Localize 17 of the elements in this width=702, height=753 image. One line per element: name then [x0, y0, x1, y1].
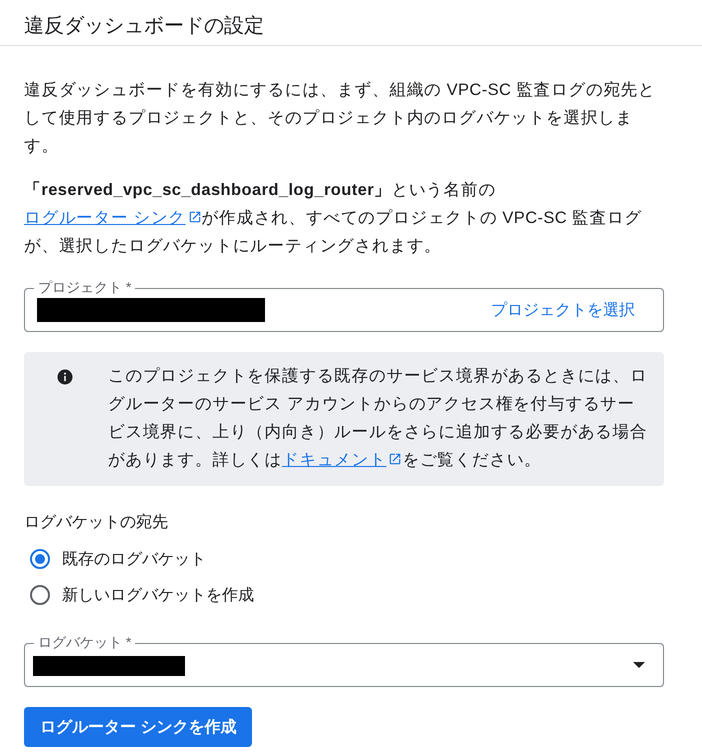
documentation-link[interactable]: ドキュメント: [282, 451, 402, 469]
external-link-icon: [188, 210, 202, 224]
field-label: プロジェクト *: [34, 278, 136, 296]
dialog-title: 違反ダッシュボードの設定: [23, 14, 265, 39]
info-icon: [56, 368, 74, 386]
section-heading: ログバケットの宛先: [24, 512, 169, 533]
radio-option[interactable]: 既存のログバケット: [24, 541, 212, 577]
external-link-icon: [388, 452, 402, 466]
intro-text: 違反ダッシュボードを有効にするには、まず、組織の VPC-SC 監査ログの宛先として使用するプロジェクトと、そのプロジェクト内のログバケットを選択します。: [24, 80, 657, 157]
field-label: ログバケット *: [34, 633, 136, 651]
sink-description: 「reserved_vpc_sc_dashboard_log_router」という名前の ログルーター シンク が作成され、すべてのプロジェクトの VPC-SC 監査ログが、選択したログバケットにルーティングされます。: [24, 180, 643, 257]
create-sink-button[interactable]: ログルーター シンクを作成: [24, 707, 252, 747]
log-router-sink-link[interactable]: ログルーター シンク: [24, 209, 202, 227]
select-project-button[interactable]: プロジェクトを選択: [475, 300, 651, 320]
info-text: このプロジェクトを保護する既存のサービス境界があるときには、ログルーターのサービス アカウントからのアクセス権を付与するサービス境界に、上り（内向き）ルールをさらに追加する必要がある場合があります。詳しくは ドキュメント をご覧ください。: [108, 366, 648, 471]
dropdown-caret-icon: [633, 662, 645, 668]
radio-option[interactable]: 新しいログバケットを作成: [24, 577, 260, 613]
